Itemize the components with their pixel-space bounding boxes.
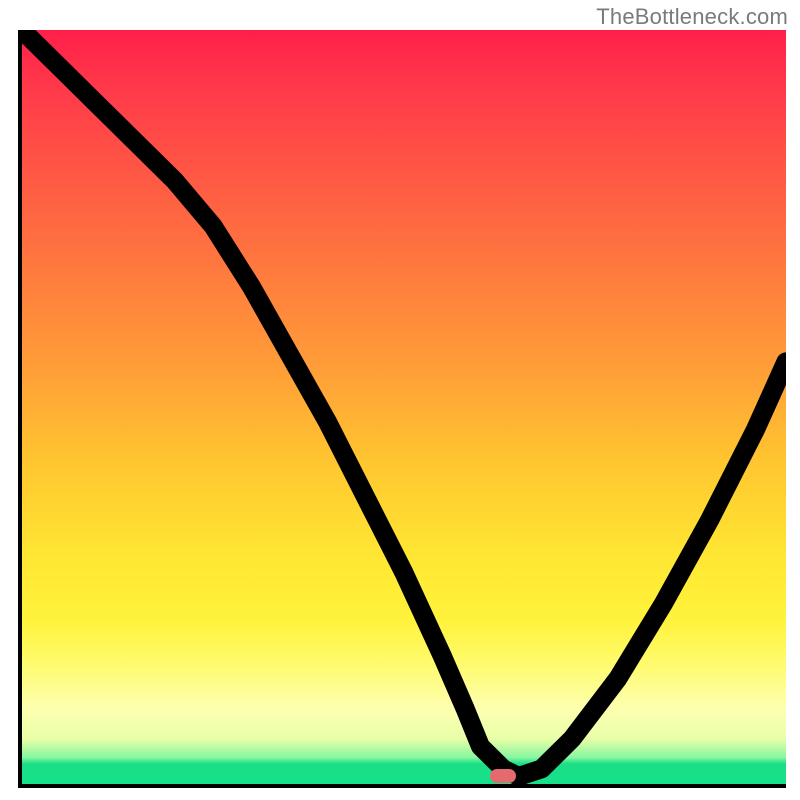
chart-plot-area (18, 30, 786, 788)
watermark-text: TheBottleneck.com (596, 4, 788, 30)
chart-minimum-marker (490, 769, 516, 783)
chart-curve (22, 30, 786, 784)
